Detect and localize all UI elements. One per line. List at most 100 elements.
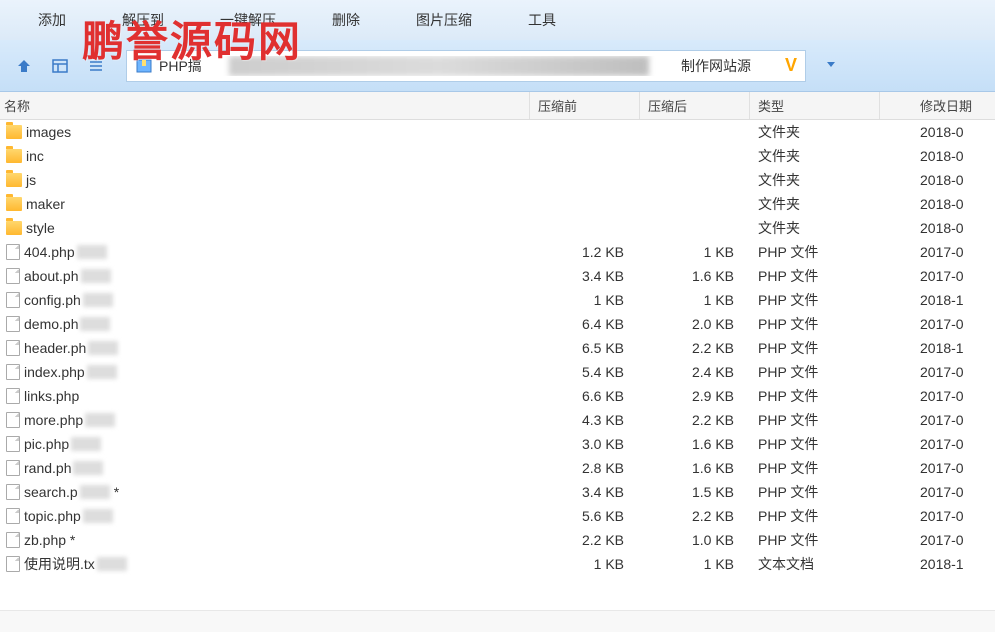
col-header-before[interactable]: 压缩前 <box>530 92 640 119</box>
file-name: links.php <box>24 388 79 404</box>
list-icon[interactable] <box>82 52 110 80</box>
col-header-name[interactable]: 名称 <box>0 92 530 119</box>
column-header-row: 名称 压缩前 压缩后 类型 修改日期 <box>0 92 995 120</box>
status-bar <box>0 610 995 632</box>
censored-blur <box>97 557 127 571</box>
file-row[interactable]: header.ph6.5 KB2.2 KBPHP 文件2018-1 <box>0 336 995 360</box>
cell-before: 3.0 KB <box>530 436 640 452</box>
file-row[interactable]: index.php5.4 KB2.4 KBPHP 文件2017-0 <box>0 360 995 384</box>
cell-after: 1 KB <box>640 556 750 572</box>
cell-date: 2018-1 <box>880 556 995 572</box>
cell-type: PHP 文件 <box>750 434 880 454</box>
cell-type: 文件夹 <box>750 122 880 142</box>
toolbar-delete[interactable]: 删除 <box>304 10 388 30</box>
toolbar-tools[interactable]: 工具 <box>500 10 584 30</box>
censored-blur <box>71 437 101 451</box>
file-row[interactable]: 使用说明.tx1 KB1 KB文本文档2018-1 <box>0 552 995 576</box>
file-row[interactable]: demo.ph6.4 KB2.0 KBPHP 文件2017-0 <box>0 312 995 336</box>
file-row[interactable]: style文件夹2018-0 <box>0 216 995 240</box>
path-input[interactable]: PHP搞 制作网站源 V <box>126 50 806 82</box>
file-row[interactable]: zb.php *2.2 KB1.0 KBPHP 文件2017-0 <box>0 528 995 552</box>
file-icon <box>6 292 20 308</box>
cell-before: 6.4 KB <box>530 316 640 332</box>
cell-type: PHP 文件 <box>750 314 880 334</box>
cell-after: 2.0 KB <box>640 316 750 332</box>
censored-blur <box>85 413 115 427</box>
file-name: about.ph <box>24 268 79 284</box>
cell-date: 2018-0 <box>880 148 995 164</box>
cell-date: 2018-0 <box>880 196 995 212</box>
file-icon <box>6 340 20 356</box>
cell-type: PHP 文件 <box>750 362 880 382</box>
file-name: pic.php <box>24 436 69 452</box>
file-row[interactable]: search.p *3.4 KB1.5 KBPHP 文件2017-0 <box>0 480 995 504</box>
cell-type: PHP 文件 <box>750 482 880 502</box>
file-row[interactable]: images文件夹2018-0 <box>0 120 995 144</box>
col-header-after[interactable]: 压缩后 <box>640 92 750 119</box>
file-name: style <box>26 220 55 236</box>
cell-before: 6.6 KB <box>530 388 640 404</box>
censored-blur <box>81 269 111 283</box>
cell-date: 2017-0 <box>880 508 995 524</box>
col-header-type[interactable]: 类型 <box>750 92 880 119</box>
file-row[interactable]: links.php 6.6 KB2.9 KBPHP 文件2017-0 <box>0 384 995 408</box>
censored-blur <box>80 317 110 331</box>
cell-type: PHP 文件 <box>750 242 880 262</box>
cell-type: PHP 文件 <box>750 386 880 406</box>
cell-date: 2018-0 <box>880 220 995 236</box>
file-icon <box>6 532 20 548</box>
toolbar-add[interactable]: 添加 <box>10 10 94 30</box>
censored-blur <box>83 509 113 523</box>
cell-before: 3.4 KB <box>530 484 640 500</box>
cell-before: 1.2 KB <box>530 244 640 260</box>
dropdown-icon[interactable] <box>824 57 838 74</box>
file-icon <box>6 388 20 404</box>
cell-before: 2.2 KB <box>530 532 640 548</box>
cell-type: PHP 文件 <box>750 338 880 358</box>
file-icon <box>6 508 20 524</box>
cell-after: 1.6 KB <box>640 460 750 476</box>
cell-after: 2.2 KB <box>640 412 750 428</box>
toolbar-extract-to[interactable]: 解压到 <box>94 10 192 30</box>
cell-date: 2018-1 <box>880 340 995 356</box>
cell-date: 2017-0 <box>880 388 995 404</box>
file-name: rand.ph <box>24 460 71 476</box>
file-row[interactable]: pic.php 3.0 KB1.6 KBPHP 文件2017-0 <box>0 432 995 456</box>
cell-before: 5.6 KB <box>530 508 640 524</box>
toolbar-one-click-extract[interactable]: 一键解压 <box>192 10 304 30</box>
cell-after: 1 KB <box>640 292 750 308</box>
folder-icon <box>6 149 22 163</box>
file-name: 使用说明.tx <box>24 554 95 574</box>
cell-after: 2.2 KB <box>640 340 750 356</box>
cell-type: PHP 文件 <box>750 530 880 550</box>
folder-icon <box>6 125 22 139</box>
col-header-date[interactable]: 修改日期 <box>880 96 995 115</box>
file-row[interactable]: more.php4.3 KB2.2 KBPHP 文件2017-0 <box>0 408 995 432</box>
file-name: inc <box>26 148 44 164</box>
file-row[interactable]: maker文件夹2018-0 <box>0 192 995 216</box>
cell-after: 1.0 KB <box>640 532 750 548</box>
cell-date: 2017-0 <box>880 436 995 452</box>
panel-icon[interactable] <box>46 52 74 80</box>
file-name: maker <box>26 196 65 212</box>
cell-type: 文本文档 <box>750 554 880 574</box>
file-row[interactable]: inc文件夹2018-0 <box>0 144 995 168</box>
cell-date: 2017-0 <box>880 484 995 500</box>
cell-date: 2017-0 <box>880 316 995 332</box>
file-row[interactable]: config.ph1 KB1 KBPHP 文件2018-1 <box>0 288 995 312</box>
up-icon[interactable] <box>10 52 38 80</box>
file-row[interactable]: js文件夹2018-0 <box>0 168 995 192</box>
cell-after: 1.6 KB <box>640 436 750 452</box>
toolbar-image-compress[interactable]: 图片压缩 <box>388 10 500 30</box>
cell-date: 2017-0 <box>880 268 995 284</box>
file-name: more.php <box>24 412 83 428</box>
file-row[interactable]: topic.php5.6 KB2.2 KBPHP 文件2017-0 <box>0 504 995 528</box>
cell-after: 2.9 KB <box>640 388 750 404</box>
file-row[interactable]: 404.php1.2 KB1 KBPHP 文件2017-0 <box>0 240 995 264</box>
cell-before: 2.8 KB <box>530 460 640 476</box>
file-row[interactable]: about.ph3.4 KB1.6 KBPHP 文件2017-0 <box>0 264 995 288</box>
cell-date: 2017-0 <box>880 364 995 380</box>
file-row[interactable]: rand.ph2.8 KB1.6 KBPHP 文件2017-0 <box>0 456 995 480</box>
cell-after: 1 KB <box>640 244 750 260</box>
file-name: zb.php * <box>24 532 75 548</box>
